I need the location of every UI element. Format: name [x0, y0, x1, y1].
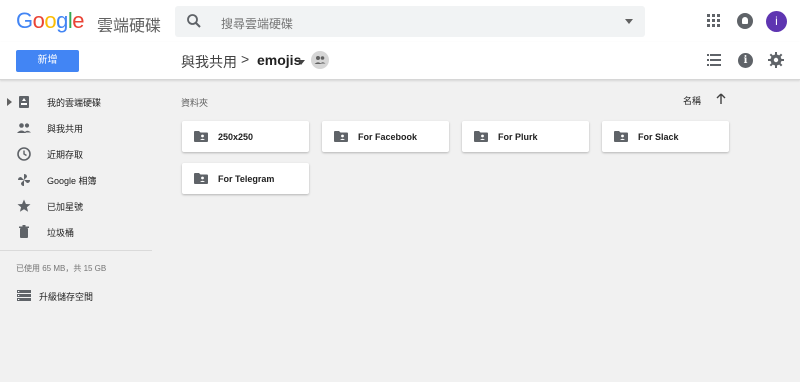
- folder-name: For Plurk: [498, 132, 538, 142]
- search-input[interactable]: 搜尋雲端硬碟: [221, 15, 293, 32]
- list-view-icon[interactable]: [707, 54, 721, 66]
- breadcrumb-separator: >: [241, 51, 250, 67]
- folder-card[interactable]: For Plurk: [462, 121, 589, 152]
- shared-folder-icon: [194, 173, 208, 184]
- upgrade-storage-link[interactable]: 升級儲存空間: [39, 290, 93, 303]
- shared-people-icon[interactable]: [311, 51, 329, 69]
- folder-card[interactable]: For Facebook: [322, 121, 449, 152]
- search-box[interactable]: 搜尋雲端硬碟: [175, 6, 645, 37]
- folder-card[interactable]: For Slack: [602, 121, 729, 152]
- sort-by-name-button[interactable]: 名稱: [683, 94, 701, 107]
- sidebar-item-label: 垃圾桶: [47, 228, 75, 238]
- search-options-icon[interactable]: [625, 19, 633, 24]
- sidebar-item-google-photos[interactable]: Google 相簿: [0, 168, 152, 192]
- top-bar: Google 雲端硬碟 搜尋雲端硬碟 i: [0, 0, 800, 42]
- sidebar: 我的雲端硬碟 與我共用 近期存取 Google 相簿 已加星號 垃圾桶: [0, 80, 152, 382]
- star-icon: [17, 199, 31, 212]
- sidebar-item-my-drive[interactable]: 我的雲端硬碟: [0, 90, 152, 114]
- sidebar-item-label: 我的雲端硬碟: [47, 98, 102, 108]
- new-button[interactable]: 新增: [16, 50, 79, 72]
- sidebar-item-trash[interactable]: 垃圾桶: [0, 220, 152, 244]
- search-icon[interactable]: [186, 13, 202, 29]
- shared-folder-icon: [194, 131, 208, 142]
- folder-name: 250x250: [218, 132, 254, 142]
- sidebar-item-shared-with-me[interactable]: 與我共用: [0, 116, 152, 140]
- folder-menu-chevron-down-icon[interactable]: [297, 60, 305, 65]
- sidebar-item-label: 已加星號: [47, 202, 84, 212]
- drive-icon: [19, 96, 29, 108]
- notifications-icon[interactable]: [737, 13, 753, 29]
- sidebar-item-starred[interactable]: 已加星號: [0, 194, 152, 218]
- folder-name: For Facebook: [358, 132, 418, 142]
- apps-grid-icon[interactable]: [707, 14, 721, 28]
- sidebar-item-label: 近期存取: [47, 150, 84, 160]
- people-icon: [17, 123, 31, 133]
- folder-name: For Telegram: [218, 174, 275, 184]
- pinwheel-icon: [18, 174, 30, 186]
- gear-icon[interactable]: [768, 52, 784, 68]
- info-icon[interactable]: i: [738, 53, 753, 68]
- folders-section-label: 資料夾: [181, 98, 209, 108]
- avatar[interactable]: i: [766, 11, 787, 32]
- sub-toolbar: 新增 與我共用 > emojis i: [0, 42, 800, 80]
- sidebar-item-label: 與我共用: [47, 124, 84, 134]
- google-logo[interactable]: Google: [16, 8, 85, 34]
- sidebar-item-label: Google 相簿: [47, 176, 97, 186]
- clock-icon: [17, 147, 31, 161]
- sort-direction-arrow-icon[interactable]: [715, 92, 727, 106]
- folder-card[interactable]: 250x250: [182, 121, 309, 152]
- folder-card[interactable]: For Telegram: [182, 163, 309, 194]
- breadcrumb-current-folder[interactable]: emojis: [257, 52, 301, 68]
- shared-folder-icon: [614, 131, 628, 142]
- sidebar-divider: [0, 250, 152, 251]
- breadcrumb-root[interactable]: 與我共用: [181, 52, 237, 72]
- sidebar-item-recent[interactable]: 近期存取: [0, 142, 152, 166]
- folder-name: For Slack: [638, 132, 679, 142]
- storage-icon[interactable]: [17, 290, 31, 301]
- shared-folder-icon: [474, 131, 488, 142]
- storage-usage: 已使用 65 MB，共 15 GB: [16, 264, 107, 273]
- expand-arrow-icon[interactable]: [7, 98, 12, 106]
- shared-folder-icon: [334, 131, 348, 142]
- trash-icon: [19, 225, 29, 238]
- product-name: 雲端硬碟: [97, 18, 162, 35]
